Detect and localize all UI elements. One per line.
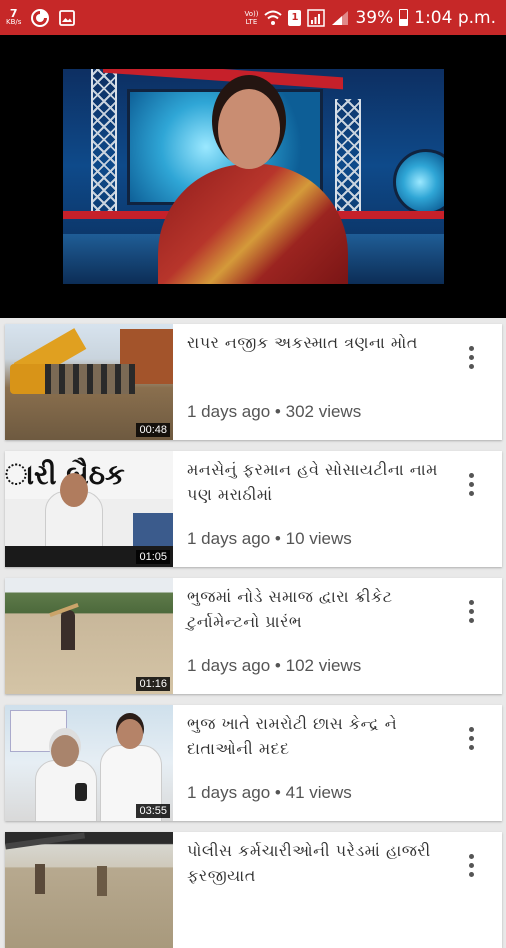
video-duration: 01:16 — [136, 677, 170, 691]
video-title[interactable]: રાપર નજીક અકસ્માત ત્રણના મોત — [187, 330, 442, 355]
clock: 1:04 p.m. — [414, 7, 496, 28]
person — [35, 864, 45, 894]
video-thumbnail[interactable] — [5, 832, 173, 948]
video-age: 1 days ago — [187, 402, 271, 421]
person-left — [35, 760, 97, 821]
meta-separator: • — [274, 402, 281, 421]
video-list-item[interactable]: ારી બૈઠક 01:05 મનસેનું ફરમાન હવે સોસાયટી… — [5, 451, 502, 567]
speaker-head — [60, 473, 88, 507]
video-list-item[interactable]: પોલીસ કર્મચારીઓની પરેડમાં હાજરી ફરજીયાત — [5, 832, 502, 948]
video-age: 1 days ago — [187, 656, 271, 675]
video-views: 41 views — [285, 783, 352, 802]
more-options-icon[interactable] — [464, 600, 478, 624]
video-frame[interactable] — [63, 69, 444, 284]
more-options-icon[interactable] — [464, 346, 478, 370]
video-meta: 1 days ago • 302 views — [187, 402, 361, 422]
video-list-item[interactable]: 03:55 ભુજ ખાતે રામરોટી છાસ કેન્દ્ર ને દા… — [5, 705, 502, 821]
video-thumbnail[interactable]: ારી બૈઠક 01:05 — [5, 451, 173, 567]
video-thumbnail[interactable]: 03:55 — [5, 705, 173, 821]
meta-separator: • — [274, 783, 281, 802]
video-player[interactable] — [0, 35, 506, 318]
battery-icon — [399, 9, 409, 26]
studio-red-beam — [103, 69, 343, 90]
video-views: 102 views — [285, 656, 362, 675]
person-left-head — [51, 735, 79, 767]
network-speed: 7 KB/s — [6, 6, 22, 27]
signal-icon — [332, 10, 349, 25]
studio-truss-right — [335, 99, 361, 219]
video-title[interactable]: ભુજ ખાતે રામરોટી છાસ કેન્દ્ર ને દાતાઓની … — [187, 711, 442, 761]
studio-truss-left — [91, 69, 117, 219]
video-duration: 01:05 — [136, 550, 170, 564]
microphone — [75, 783, 87, 801]
meta-separator: • — [274, 656, 281, 675]
volte-indicator: Vo)) LTE — [244, 10, 258, 26]
video-meta: 1 days ago • 102 views — [187, 656, 361, 676]
video-meta: 1 days ago • 10 views — [187, 529, 352, 549]
cricket-player — [61, 610, 75, 650]
sim-label: 1 — [291, 12, 299, 23]
data-saver-icon — [31, 8, 50, 27]
person-right-head — [117, 719, 143, 749]
video-list-item[interactable]: 01:16 ભુજમાં નોડે સમાજ દ્વારા ક્રીકેટ ટુ… — [5, 578, 502, 694]
video-meta: 1 days ago • 41 views — [187, 783, 352, 803]
video-title[interactable]: મનસેનું ફરમાન હવે સોસાયટીના નામ પણ મરાઠી… — [187, 457, 442, 507]
video-views: 302 views — [285, 402, 362, 421]
no-signal-icon — [307, 8, 326, 27]
network-speed-value: 7 — [9, 6, 18, 20]
meta-separator: • — [274, 529, 281, 548]
volte-label: Vo)) — [244, 9, 259, 18]
studio-globe — [393, 149, 444, 215]
video-views: 10 views — [285, 529, 352, 548]
news-anchor-head — [218, 89, 280, 169]
more-options-icon[interactable] — [464, 727, 478, 751]
network-speed-unit: KB/s — [6, 17, 22, 26]
status-bar: 7 KB/s Vo)) LTE 1 39% 1:04 p.m. — [0, 0, 506, 35]
sim-icon: 1 — [288, 9, 302, 26]
video-list-item[interactable]: 00:48 રાપર નજીક અકસ્માત ત્રણના મોત 1 day… — [5, 324, 502, 440]
video-age: 1 days ago — [187, 529, 271, 548]
video-title[interactable]: પોલીસ કર્મચારીઓની પરેડમાં હાજરી ફરજીયાત — [187, 838, 442, 888]
more-options-icon[interactable] — [464, 854, 478, 878]
video-duration: 00:48 — [136, 423, 170, 437]
person — [97, 866, 107, 896]
more-options-icon[interactable] — [464, 473, 478, 497]
excavator-body — [10, 364, 50, 394]
gallery-icon — [59, 9, 76, 26]
video-thumbnail[interactable]: 00:48 — [5, 324, 173, 440]
video-title[interactable]: ભુજમાં નોડે સમાજ દ્વારા ક્રીકેટ ટુર્નામે… — [187, 584, 442, 634]
video-age: 1 days ago — [187, 783, 271, 802]
video-thumbnail[interactable]: 01:16 — [5, 578, 173, 694]
lte-label: LTE — [245, 17, 258, 26]
battery-percent: 39% — [355, 7, 394, 28]
shelter-roof — [5, 832, 86, 850]
wifi-icon — [264, 10, 283, 25]
crowd — [45, 364, 135, 394]
video-duration: 03:55 — [136, 804, 170, 818]
